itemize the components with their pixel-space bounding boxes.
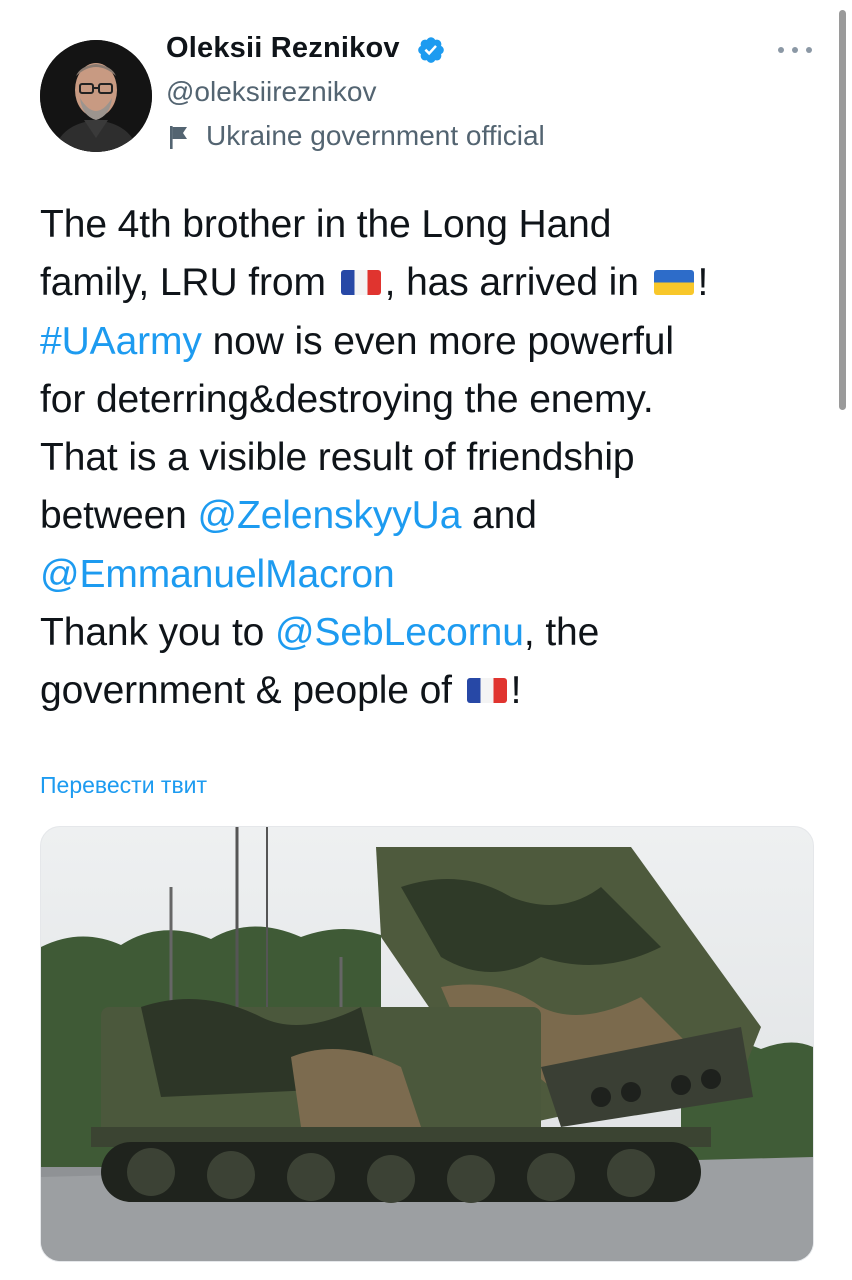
france-flag-icon [466,677,507,703]
tweet-text-segment: for deterring&destroying the enemy. [40,377,654,421]
tweet-text-segment: ! [697,261,709,305]
hashtag-link[interactable]: #UAarmy [40,320,202,363]
tweet-media-image[interactable] [40,826,814,1262]
tweet-line: #UAarmy now is even more powerful [40,313,830,371]
scrollbar[interactable] [839,10,846,410]
tweet-text-segment: between [40,494,198,538]
tweet-text-segment: Thank you to [40,611,276,655]
tweet-text-segment: and [461,494,537,538]
tweet-line: family, LRU from , has arrived in ! [40,254,830,312]
tweet-text-segment: family, LRU from [40,261,337,305]
government-label: Ukraine government official [206,120,545,151]
tweet-line: @EmmanuelMacron [40,546,830,604]
tweet-text-segment: , the [523,611,600,655]
tweet-text-segment: , has arrived in [384,261,650,305]
tweet-line: The 4th brother in the Long Hand [40,196,830,254]
dot-icon [806,47,812,53]
tweet-line: for deterring&destroying the enemy. [40,371,830,429]
ukraine-flag-icon [653,269,694,295]
verified-badge-icon [418,37,444,63]
tweet-text: The 4th brother in the Long Hand family, … [40,196,830,721]
france-flag-icon [340,269,381,295]
author-name[interactable]: Oleksii Reznikov [166,32,400,65]
tweet-text-segment: The 4th brother in the Long Hand [40,203,612,246]
tweet-text-segment: now is even more powerful [201,319,674,363]
tweet-line: That is a visible result of friendship [40,429,830,487]
tweet-text-segment: ! [510,669,522,713]
mention-link[interactable]: @SebLecornu [275,611,524,654]
translate-tweet-link[interactable]: Перевести твит [40,772,207,799]
government-flag-icon [170,126,187,149]
dot-icon [792,47,798,53]
tweet-line: between @ZelenskyyUa and [40,487,830,545]
author-handle[interactable]: @oleksiireznikov [166,76,377,108]
tweet-line: government & people of ! [40,662,830,720]
tweet-text-segment: That is a visible result of friendship [40,436,635,480]
author-avatar[interactable] [40,40,152,152]
tweet-line: Thank you to @SebLecornu, the [40,604,830,662]
tweet-text-segment: government & people of [40,669,463,713]
more-options-button[interactable] [778,44,812,56]
mention-link[interactable]: @EmmanuelMacron [40,553,395,596]
mention-link[interactable]: @ZelenskyyUa [198,494,462,537]
dot-icon [778,47,784,53]
